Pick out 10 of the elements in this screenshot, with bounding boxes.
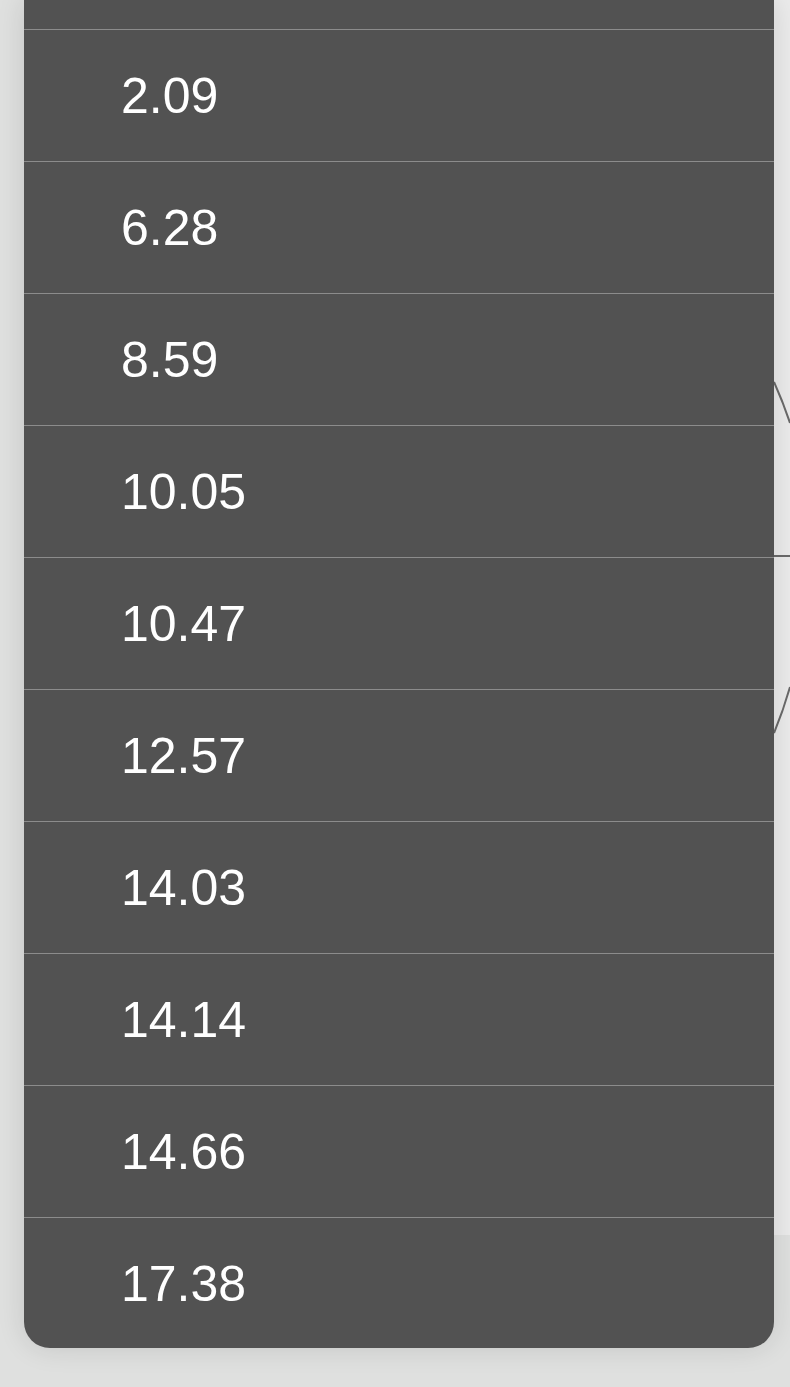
menu-item[interactable]: 10.47 bbox=[24, 557, 774, 689]
menu-item[interactable]: 12.57 bbox=[24, 689, 774, 821]
menu-item[interactable]: 6.28 bbox=[24, 161, 774, 293]
menu-item[interactable]: 14.66 bbox=[24, 1085, 774, 1217]
menu-item[interactable]: 14.03 bbox=[24, 821, 774, 953]
menu-item[interactable]: 2.09 bbox=[24, 29, 774, 161]
menu-item[interactable]: 17.38 bbox=[24, 1217, 774, 1348]
menu-item[interactable]: 8.59 bbox=[24, 293, 774, 425]
menu-item[interactable]: 14.14 bbox=[24, 953, 774, 1085]
menu-item[interactable]: 10.05 bbox=[24, 425, 774, 557]
